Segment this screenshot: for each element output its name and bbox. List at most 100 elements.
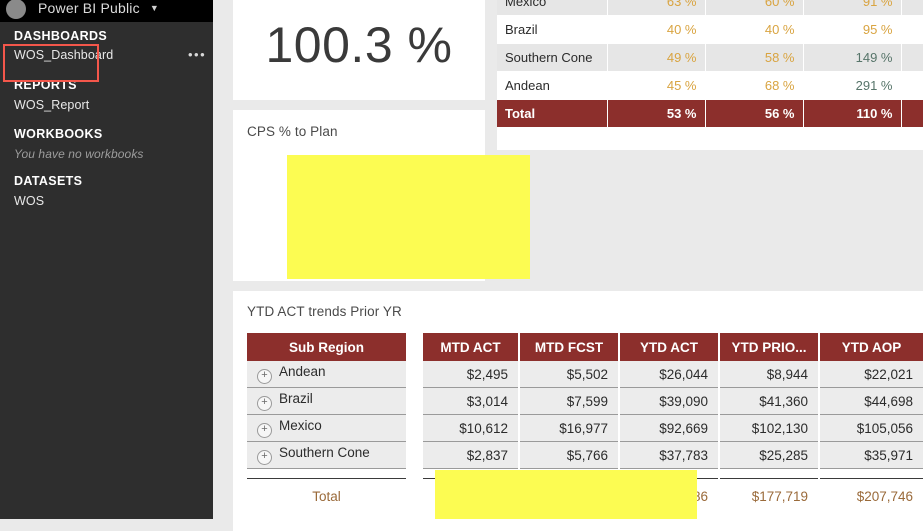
col-gap [407, 469, 423, 479]
app-title: Power BI Public [38, 0, 140, 16]
region-value: 60 % [705, 0, 804, 16]
region-value-overflow [901, 0, 923, 16]
col-header-mtd-fcst[interactable]: MTD FCST [519, 333, 620, 361]
region-value: 45 % [607, 71, 706, 100]
cell-value: $102,130 [719, 414, 820, 442]
cell-value: $26,044 [619, 361, 720, 388]
region-value: 149 % [803, 43, 902, 72]
total-value: 56 % [705, 99, 804, 127]
cell-value: $44,698 [819, 387, 923, 415]
table-row[interactable]: + Brazil $3,014 $7,599 $39,090 $41,360 $4… [247, 387, 923, 415]
region-value-overflow [901, 71, 923, 100]
cell-value: $5,502 [519, 361, 620, 388]
cell-value: $3,014 [423, 387, 520, 415]
spacer-cell [719, 468, 820, 479]
total-label: Total [247, 478, 408, 513]
tile-title-cps: CPS % to Plan [247, 124, 338, 139]
col-gap [407, 479, 423, 514]
cell-value: $92,669 [619, 414, 720, 442]
total-value: $177,719 [719, 478, 820, 513]
chevron-down-icon[interactable]: ▼ [150, 3, 159, 13]
col-header-ytd-aop[interactable]: YTD AOP [819, 333, 923, 361]
region-value: 40 % [607, 15, 706, 44]
powerbi-dashboard-screen: Power BI Public ▼ DASHBOARDS WOS_Dashboa… [0, 0, 923, 531]
sidebar-item-wos[interactable]: WOS [14, 194, 44, 208]
cell-value: $25,285 [719, 441, 820, 469]
sidebar-item-wos-dashboard[interactable]: WOS_Dashboard [14, 48, 113, 62]
sub-region-label: Andean [279, 364, 326, 379]
table-row[interactable]: + Andean $2,495 $5,502 $26,044 $8,944 $22… [247, 361, 923, 388]
avatar-icon [6, 0, 26, 19]
col-header-sub-region[interactable]: Sub Region [247, 333, 408, 361]
nav-heading-datasets: DATASETS [14, 174, 83, 188]
col-header-ytd-prior[interactable]: YTD PRIO... [719, 333, 820, 361]
sidebar-item-wos-report[interactable]: WOS_Report [14, 98, 89, 112]
cell-value: $22,021 [819, 361, 923, 388]
ellipsis-icon[interactable]: ••• [188, 48, 206, 62]
table-row[interactable]: Brazil 40 % 40 % 95 % [497, 15, 923, 44]
workbooks-empty-text: You have no workbooks [14, 147, 144, 161]
cell-value: $2,837 [423, 441, 520, 469]
region-matrix-table: Mexico 63 % 60 % 91 % Brazil 40 % 40 % 9… [497, 0, 923, 127]
left-navigation-sidebar: Power BI Public ▼ DASHBOARDS WOS_Dashboa… [0, 0, 213, 519]
sub-region-cell[interactable]: + Southern Cone [247, 441, 408, 469]
table-row[interactable]: Southern Cone 49 % 58 % 149 % [497, 43, 923, 72]
highlight-annotation-cps [287, 155, 530, 279]
region-value: 291 % [803, 71, 902, 100]
table-total-row: Total 53 % 56 % 110 % [497, 99, 923, 127]
region-value: 49 % [607, 43, 706, 72]
col-gap [407, 388, 423, 415]
cell-value: $5,766 [519, 441, 620, 469]
region-value: 63 % [607, 0, 706, 16]
nav-heading-workbooks: WORKBOOKS [14, 127, 103, 141]
region-value: 91 % [803, 0, 902, 16]
sub-region-cell[interactable]: + Brazil [247, 387, 408, 415]
region-value: 95 % [803, 15, 902, 44]
kpi-value-primary: 100.3 % [265, 17, 453, 73]
dashboard-canvas: 100.3 % CPS % to Plan 90.1 % [213, 0, 923, 531]
cell-value: $105,056 [819, 414, 923, 442]
nav-heading-dashboards: DASHBOARDS [14, 29, 108, 43]
sub-region-label: Mexico [279, 418, 322, 433]
table-row[interactable]: + Mexico $10,612 $16,977 $92,669 $102,130… [247, 414, 923, 442]
cell-value: $37,783 [619, 441, 720, 469]
region-label: Brazil [497, 15, 608, 44]
plus-circle-icon[interactable]: + [257, 450, 272, 465]
spacer-cell [819, 468, 923, 479]
plus-circle-icon[interactable]: + [257, 423, 272, 438]
region-value-overflow [901, 43, 923, 72]
plus-circle-icon[interactable]: + [257, 396, 272, 411]
cell-value: $8,944 [719, 361, 820, 388]
spacer-cell [247, 468, 408, 479]
cell-value: $7,599 [519, 387, 620, 415]
plus-circle-icon[interactable]: + [257, 369, 272, 384]
nav-heading-reports: REPORTS [14, 78, 77, 92]
region-label: Andean [497, 71, 608, 100]
table-row[interactable]: Mexico 63 % 60 % 91 % [497, 0, 923, 16]
total-value-overflow [901, 99, 923, 127]
col-gap [407, 442, 423, 469]
col-gap [407, 333, 423, 361]
region-label: Mexico [497, 0, 608, 16]
tile-region-matrix[interactable]: Mexico 63 % 60 % 91 % Brazil 40 % 40 % 9… [497, 0, 923, 150]
cell-value: $35,971 [819, 441, 923, 469]
sidebar-header: Power BI Public ▼ [0, 0, 213, 22]
table-row[interactable]: Andean 45 % 68 % 291 % [497, 71, 923, 100]
sidebar-nav-body: DASHBOARDS WOS_Dashboard ••• REPORTS WOS… [0, 22, 213, 519]
col-gap [407, 361, 423, 388]
tile-kpi-100[interactable]: 100.3 % [233, 0, 485, 100]
highlight-annotation-total-row [435, 470, 697, 519]
total-value: $207,746 [819, 478, 923, 513]
total-label: Total [497, 99, 608, 127]
total-value: 53 % [607, 99, 706, 127]
col-header-mtd-act[interactable]: MTD ACT [423, 333, 520, 361]
cell-value: $16,977 [519, 414, 620, 442]
tile-title-ytd-trends: YTD ACT trends Prior YR [247, 304, 402, 319]
col-header-ytd-act[interactable]: YTD ACT [619, 333, 720, 361]
sub-region-cell[interactable]: + Andean [247, 361, 408, 388]
sub-region-cell[interactable]: + Mexico [247, 414, 408, 442]
region-label: Southern Cone [497, 43, 608, 72]
cell-value: $39,090 [619, 387, 720, 415]
table-row[interactable]: + Southern Cone $2,837 $5,766 $37,783 $25… [247, 441, 923, 469]
table-header-row: Sub Region MTD ACT MTD FCST YTD ACT YTD … [247, 333, 923, 361]
